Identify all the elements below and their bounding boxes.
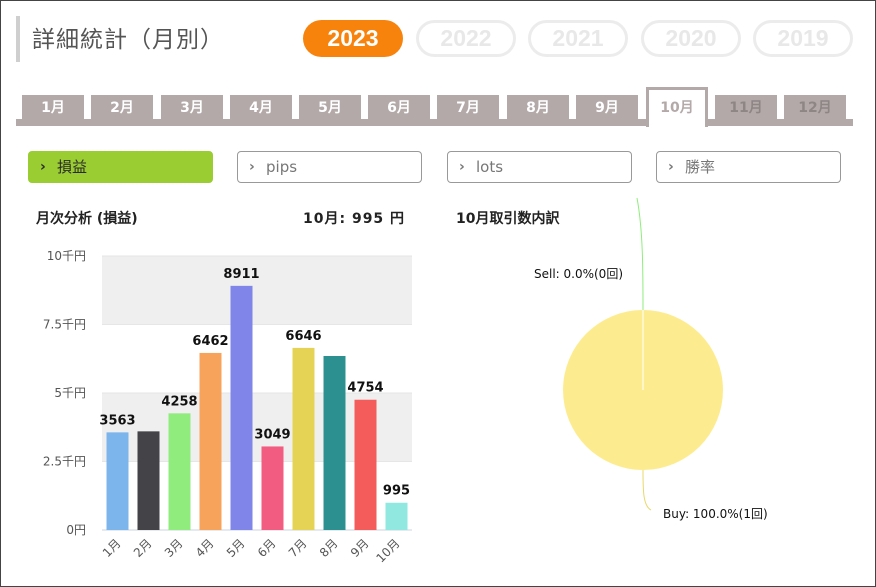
- pie-connector-sell: [636, 197, 644, 311]
- pie-label-buy: Buy: 100.0%(1回): [663, 507, 768, 521]
- pie-label-sell: Sell: 0.0%(0回): [534, 267, 623, 281]
- pie-connector-buy: [642, 469, 652, 511]
- trade-breakdown-pie-chart: Sell: 0.0%(0回) Buy: 100.0%(1回): [534, 197, 768, 521]
